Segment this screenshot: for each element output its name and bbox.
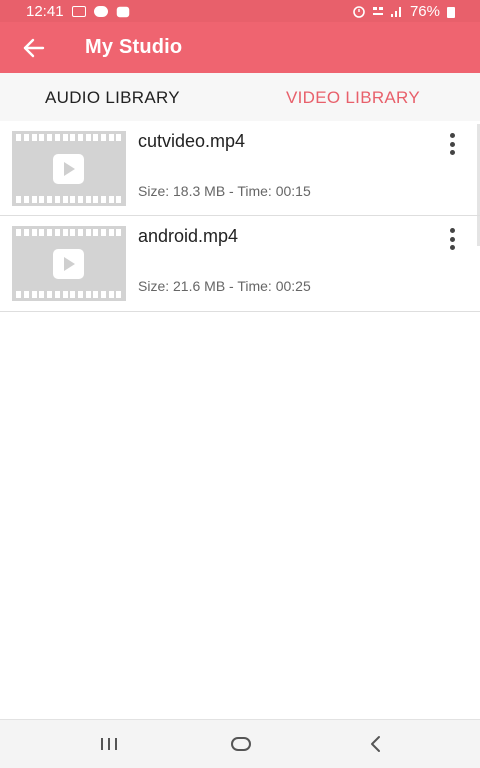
video-thumbnail[interactable] — [12, 226, 126, 301]
status-bar: 12:41 76% — [0, 0, 480, 22]
status-bar-right: 76% — [352, 3, 456, 20]
recent-apps-icon[interactable] — [97, 734, 121, 754]
video-list: cutvideo.mp4 Size: 18.3 MB - Time: 00:15… — [0, 121, 480, 312]
home-icon[interactable] — [229, 734, 253, 754]
library-tabs: AUDIO LIBRARY VIDEO LIBRARY — [0, 73, 480, 121]
system-nav-bar — [0, 719, 480, 768]
gallery-notification-icon — [71, 6, 86, 17]
play-icon — [53, 249, 84, 279]
battery-icon — [447, 6, 455, 18]
lte-icon — [372, 7, 383, 15]
video-info: Size: 18.3 MB - Time: 00:15 — [138, 183, 311, 199]
status-bar-left: 12:41 — [26, 3, 130, 20]
status-time: 12:41 — [26, 3, 64, 20]
arrow-left-icon[interactable] — [20, 34, 48, 62]
video-filename: android.mp4 — [138, 226, 239, 246]
chat-notification-icon — [93, 6, 108, 17]
film-perforation-top — [12, 229, 126, 236]
more-options-icon[interactable] — [444, 133, 460, 155]
alarm-icon — [353, 6, 365, 18]
tab-audio-library[interactable]: AUDIO LIBRARY — [45, 88, 180, 108]
signal-icon — [390, 7, 401, 17]
battery-percent: 76% — [409, 3, 440, 20]
list-item[interactable]: android.mp4 Size: 21.6 MB - Time: 00:25 — [0, 216, 480, 312]
app-bar: My Studio — [0, 22, 480, 73]
film-perforation-top — [12, 134, 126, 141]
film-perforation-bottom — [12, 291, 126, 298]
page-title: My Studio — [85, 36, 183, 58]
wifi-notification-icon — [116, 6, 129, 17]
list-item[interactable]: cutvideo.mp4 Size: 18.3 MB - Time: 00:15 — [0, 121, 480, 216]
film-perforation-bottom — [12, 196, 126, 203]
more-options-icon[interactable] — [444, 228, 460, 250]
video-filename: cutvideo.mp4 — [138, 131, 246, 151]
tab-video-library[interactable]: VIDEO LIBRARY — [286, 88, 420, 108]
video-info: Size: 21.6 MB - Time: 00:25 — [138, 278, 311, 294]
play-icon — [53, 154, 84, 184]
back-chevron-icon[interactable] — [364, 734, 388, 754]
video-thumbnail[interactable] — [12, 131, 126, 206]
